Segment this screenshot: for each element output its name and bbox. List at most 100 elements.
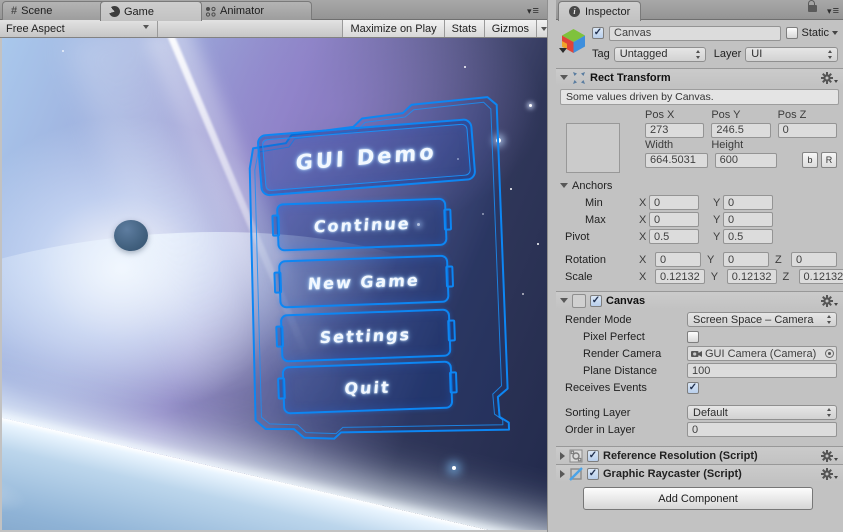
height-label: Height [711, 139, 744, 151]
pos-y-field[interactable]: 246.5 [711, 122, 771, 138]
aspect-dropdown[interactable]: Free Aspect [0, 20, 158, 37]
anchors-foldout-row[interactable]: Anchors [556, 177, 837, 194]
rotation-x-field[interactable]: 0 [655, 252, 701, 267]
aspect-dropdown-label: Free Aspect [6, 22, 65, 35]
tab-animator[interactable]: Animator [196, 1, 312, 20]
tab-scene[interactable]: # Scene [2, 1, 106, 20]
layer-dropdown[interactable]: UI [745, 46, 838, 62]
reference-resolution-icon [569, 449, 583, 462]
name-field[interactable]: Canvas [609, 25, 782, 41]
max-y-field[interactable]: 0 [723, 212, 773, 227]
receives-events-label: Receives Events [565, 381, 647, 394]
continue-button[interactable]: Continue [276, 197, 448, 252]
min-x-field[interactable]: 0 [649, 195, 699, 210]
rect-transform-header[interactable]: Rect Transform [556, 68, 843, 86]
max-x-field[interactable]: 0 [649, 212, 699, 227]
maximize-on-play-button[interactable]: Maximize on Play [342, 20, 444, 37]
game-view-icon [109, 6, 120, 17]
stats-button[interactable]: Stats [443, 20, 484, 37]
gizmos-button[interactable]: Gizmos [483, 20, 536, 37]
inspector-panel: i Inspector ▾≡ Canvas Static [556, 0, 843, 532]
gear-icon[interactable] [821, 468, 838, 480]
static-dropdown-arrow[interactable] [832, 31, 838, 35]
render-mode-dropdown[interactable]: Screen Space – Camera [687, 312, 837, 327]
canvas-component-header[interactable]: Canvas [556, 291, 843, 309]
render-mode-value: Screen Space – Camera [693, 313, 814, 326]
quit-label: Quit [343, 377, 392, 398]
tab-inspector[interactable]: i Inspector [558, 1, 642, 21]
lock-icon[interactable] [808, 0, 817, 12]
rotation-x-value: 0 [660, 253, 667, 266]
add-component-label: Add Component [658, 492, 738, 505]
scale-x-field[interactable]: 0.12132 [655, 269, 705, 284]
rotation-z-field[interactable]: 0 [791, 252, 837, 267]
foldout-closed-icon[interactable] [560, 451, 565, 460]
active-checkbox[interactable] [592, 27, 604, 39]
reference-resolution-checkbox[interactable] [587, 449, 599, 462]
graphic-raycaster-checkbox[interactable] [587, 467, 599, 480]
tab-animator-label: Animator [220, 5, 265, 17]
stats-label: Stats [451, 22, 477, 35]
raw-edit-mode-button[interactable]: R [821, 152, 838, 168]
graphic-raycaster-header[interactable]: Graphic Raycaster (Script) [556, 464, 843, 482]
gear-icon[interactable] [821, 450, 838, 462]
scale-z-field[interactable]: 0.12132 [798, 269, 843, 284]
star [537, 243, 539, 245]
graphic-raycaster-title: Graphic Raycaster (Script) [603, 467, 742, 480]
order-in-layer-value: 0 [692, 423, 699, 436]
receives-events-row: Receives Events [556, 379, 837, 396]
maximize-on-play-label: Maximize on Play [350, 22, 437, 35]
game-panel-menu-icon[interactable]: ▾≡ [527, 5, 540, 17]
canvas-title: Canvas [606, 294, 646, 307]
quit-button[interactable]: Quit [281, 360, 454, 415]
driven-values-note: Some values driven by Canvas. [560, 89, 839, 105]
plane-distance-value: 100 [692, 364, 711, 377]
anchor-preview-box[interactable] [566, 123, 620, 173]
new-game-button[interactable]: New Game [277, 254, 450, 309]
gear-icon[interactable] [821, 72, 838, 84]
pos-y-value: 246.5 [716, 124, 744, 136]
static-checkbox[interactable] [786, 27, 799, 39]
height-field[interactable]: 600 [714, 152, 778, 168]
blueprint-mode-button[interactable]: b [802, 152, 819, 168]
scale-y-field[interactable]: 0.12132 [726, 269, 777, 284]
width-value: 664.5031 [650, 154, 696, 166]
width-field[interactable]: 664.5031 [645, 152, 708, 168]
tab-game[interactable]: Game [100, 1, 202, 21]
pos-z-field[interactable]: 0 [777, 122, 837, 138]
pos-x-field[interactable]: 273 [645, 122, 705, 138]
min-y-field[interactable]: 0 [723, 195, 773, 210]
static-toggle[interactable]: Static [786, 27, 838, 39]
y-axis-label: Y [707, 253, 715, 266]
inspector-menu-icon[interactable]: ▾≡ [827, 5, 840, 17]
plane-distance-field[interactable]: 100 [687, 363, 837, 378]
foldout-open-icon[interactable] [560, 298, 568, 303]
receives-events-checkbox[interactable] [687, 381, 699, 394]
canvas-enabled-checkbox[interactable] [590, 294, 602, 307]
order-in-layer-field[interactable]: 0 [687, 422, 837, 437]
foldout-open-icon[interactable] [560, 75, 568, 80]
add-component-button[interactable]: Add Component [583, 487, 813, 510]
tag-dropdown[interactable]: Untagged [613, 46, 706, 62]
reference-resolution-header[interactable]: Reference Resolution (Script) [556, 446, 843, 464]
pivot-x-field[interactable]: 0.5 [649, 229, 699, 244]
pixel-perfect-checkbox[interactable] [687, 330, 699, 343]
rotation-label: Rotation [565, 253, 606, 266]
sorting-layer-label: Sorting Layer [565, 406, 631, 419]
pivot-y-field[interactable]: 0.5 [723, 229, 773, 244]
continue-label: Continue [312, 213, 412, 236]
popup-arrows-icon [826, 315, 833, 324]
icon-picker-arrow[interactable] [559, 48, 567, 53]
tag-label: Tag [592, 48, 610, 60]
rotation-y-field[interactable]: 0 [723, 252, 769, 267]
gear-icon[interactable] [821, 295, 838, 307]
popup-arrows-icon [695, 49, 702, 59]
foldout-closed-icon[interactable] [560, 469, 565, 478]
sorting-layer-dropdown[interactable]: Default [687, 405, 837, 420]
settings-button[interactable]: Settings [279, 308, 452, 363]
foldout-open-icon[interactable] [560, 183, 568, 188]
render-camera-field[interactable]: GUI Camera (Camera) [687, 346, 837, 361]
menu-title: GUI Demo [295, 139, 438, 176]
gui-demo-menu: GUI Demo Continue New Game Settings Quit [233, 63, 524, 454]
object-picker-icon[interactable] [825, 349, 834, 358]
